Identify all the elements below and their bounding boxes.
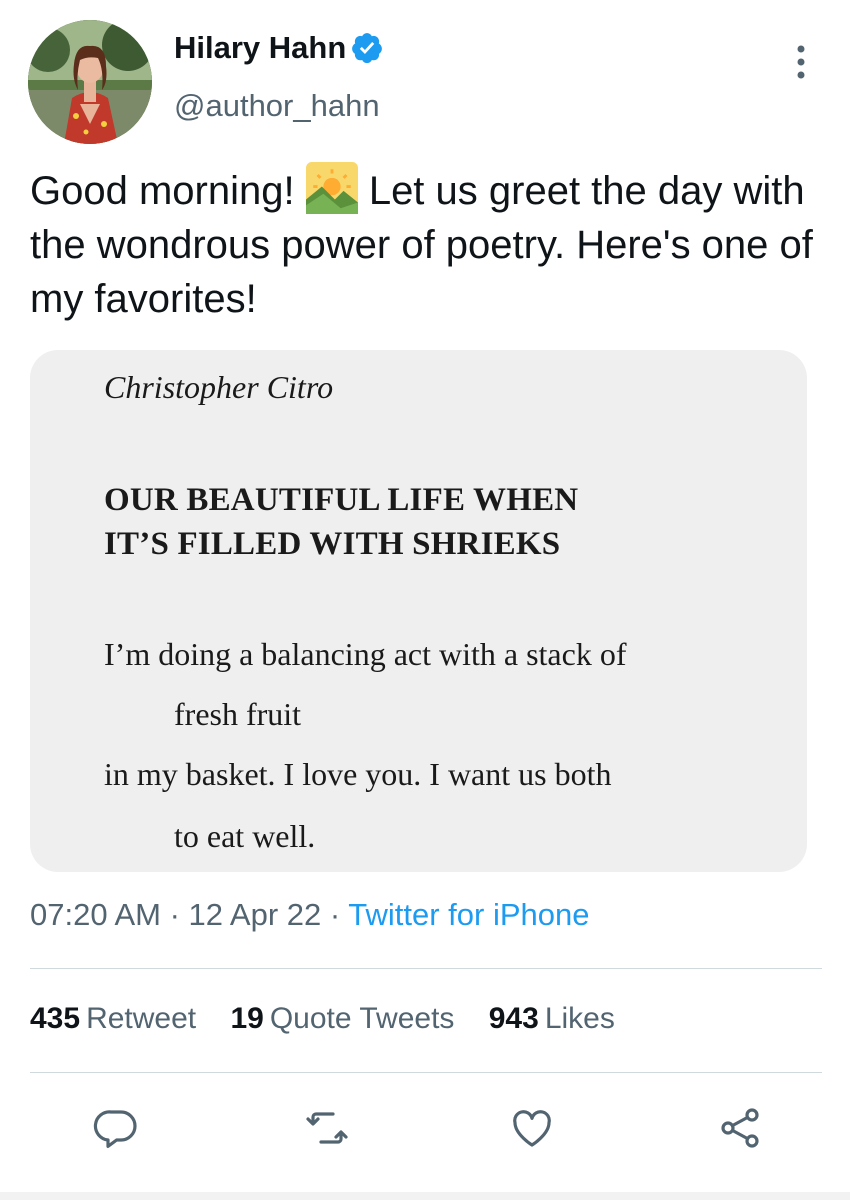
poem-line: I’m doing a balancing act with a stack o…: [104, 636, 627, 672]
avatar-photo: [28, 20, 152, 144]
divider: [30, 1072, 822, 1073]
author-name[interactable]: Hilary Hahn: [174, 30, 346, 66]
meta-separator: ·: [160, 897, 189, 932]
tweet-date[interactable]: 12 Apr 22: [189, 897, 322, 932]
poem-author: Christopher Citro: [104, 369, 334, 405]
author-handle[interactable]: @author_hahn: [174, 88, 380, 124]
tweet-text: Good morning! Let us greet the day with …: [30, 162, 820, 326]
verified-badge-icon: [352, 33, 383, 64]
avatar[interactable]: [28, 20, 152, 144]
poem-title-line: OUR BEAUTIFUL LIFE WHEN: [104, 482, 579, 518]
poem-title-line: IT’S FILLED WITH SHRIEKS: [104, 526, 561, 562]
tweet-source-link[interactable]: Twitter for iPhone: [348, 897, 589, 932]
poem-line: to eat well.: [174, 818, 316, 854]
retweets-label: Retweet: [86, 1002, 197, 1035]
quotes-label: Quote Tweets: [269, 1002, 455, 1035]
retweet-icon: [306, 1112, 348, 1144]
retweet-button[interactable]: [303, 1104, 351, 1152]
reply-icon: [93, 1110, 137, 1148]
share-icon: [721, 1108, 759, 1148]
more-vertical-icon: [797, 45, 805, 79]
like-icon: [513, 1110, 551, 1147]
retweets-count: 435: [30, 1002, 81, 1035]
likes-label: Likes: [544, 1002, 615, 1035]
quotes-count: 19: [230, 1002, 264, 1035]
likes-stat[interactable]: 943 Likes: [489, 1002, 615, 1036]
quotes-stat[interactable]: 19 Quote Tweets: [230, 1002, 454, 1036]
bottom-edge: [0, 1192, 850, 1200]
author-name-row[interactable]: Hilary Hahn: [174, 30, 384, 66]
tweet-text-part-1: Good morning!: [30, 169, 306, 213]
tweet-meta: 07:20 AM · 12 Apr 22 · Twitter for iPhon…: [30, 897, 589, 933]
poem-line: fresh fruit: [174, 696, 302, 732]
poem-title: OUR BEAUTIFUL LIFE WHEN IT’S FILLED WITH…: [104, 478, 784, 566]
likes-count: 943: [488, 1002, 539, 1035]
retweets-stat[interactable]: 435 Retweet: [30, 1002, 196, 1036]
share-button[interactable]: [716, 1104, 764, 1152]
reply-button[interactable]: [92, 1104, 140, 1152]
sunrise-over-mountains-icon: [305, 162, 358, 214]
divider: [30, 968, 822, 969]
more-options-button[interactable]: [786, 38, 816, 88]
attached-image[interactable]: Christopher Citro OUR BEAUTIFUL LIFE WHE…: [30, 350, 807, 872]
meta-separator: ·: [321, 897, 349, 932]
tweet-time[interactable]: 07:20 AM: [30, 897, 161, 932]
tweet-stats: 435 Retweet 19 Quote Tweets 943 Likes: [30, 1002, 641, 1036]
poem-line: in my basket. I love you. I want us both: [104, 756, 612, 792]
like-button[interactable]: [508, 1104, 556, 1152]
